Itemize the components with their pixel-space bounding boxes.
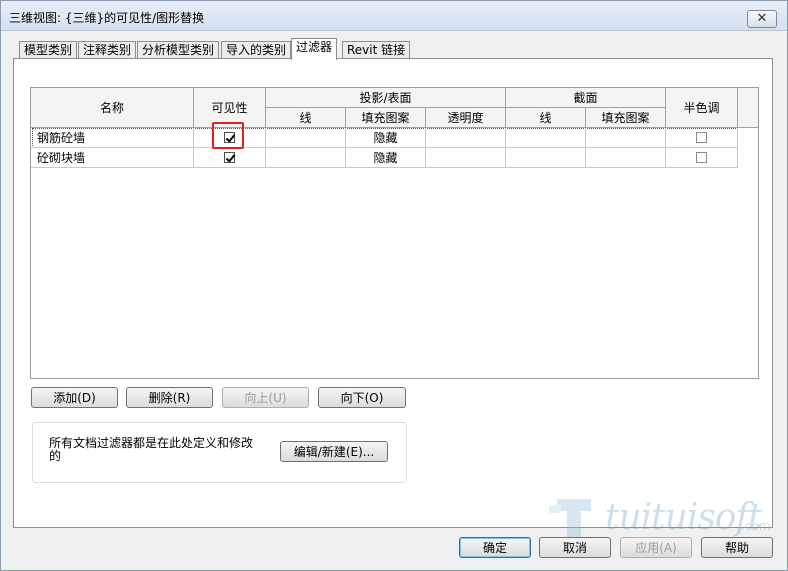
header-projection-surface: 投影/表面 [266,88,506,108]
ok-button[interactable]: 确定 [459,537,531,558]
close-icon: ✕ [756,11,768,26]
header-cut: 截面 [506,88,666,108]
projection-fill-cell[interactable]: 隐藏 [346,128,426,148]
transparency-cell[interactable] [426,128,506,148]
cut-fill-cell[interactable] [586,148,666,168]
projection-line-cell[interactable] [266,128,346,148]
move-up-button[interactable]: 向上(U) [222,387,309,408]
close-button[interactable]: ✕ [747,10,777,28]
filter-grid: 名称 可见性 投影/表面 线 填充图案 透明度 截面 线 填充图案 半色调 钢筋… [30,87,759,379]
move-down-button[interactable]: 向下(O) [318,387,406,408]
halftone-cell [666,128,738,148]
cancel-button[interactable]: 取消 [539,537,611,558]
header-projection-fill-pattern: 填充图案 [346,108,426,128]
visibility-highlight-box [212,122,244,149]
header-filler [738,88,758,128]
cut-line-cell[interactable] [506,128,586,148]
header-cut-line: 线 [506,108,586,128]
edit-new-button[interactable]: 编辑/新建(E)... [280,441,388,462]
halftone-checkbox[interactable] [696,152,707,163]
dialog-window: 三维视图: {三维}的可见性/图形替换 ✕ 模型类别 注释类别 分析模型类别 导… [0,0,788,571]
help-button[interactable]: 帮助 [701,537,773,558]
visibility-cell [194,148,266,168]
row-name-cell[interactable]: 砼砌块墙 [31,148,194,168]
halftone-cell [666,148,738,168]
header-halftone: 半色调 [666,88,738,128]
window-title: 三维视图: {三维}的可见性/图形替换 [9,11,205,25]
header-projection-line: 线 [266,108,346,128]
projection-fill-cell[interactable]: 隐藏 [346,148,426,168]
row-name-cell[interactable]: 钢筋砼墙 [31,128,194,148]
visibility-checkbox[interactable] [224,152,235,163]
add-button[interactable]: 添加(D) [31,387,118,408]
cut-line-cell[interactable] [506,148,586,168]
projection-line-cell[interactable] [266,148,346,168]
title-bar: 三维视图: {三维}的可见性/图形替换 ✕ [1,1,787,31]
cut-fill-cell[interactable] [586,128,666,148]
delete-button[interactable]: 删除(R) [126,387,213,408]
apply-button[interactable]: 应用(A) [620,537,692,558]
watermark-text: tuituisoft [605,497,762,538]
header-transparency: 透明度 [426,108,506,128]
filters-description: 所有文档过滤器都是在此处定义和修改的 [49,436,254,463]
header-cut-fill-pattern: 填充图案 [586,108,666,128]
halftone-checkbox[interactable] [696,132,707,143]
tab-filters[interactable]: 过滤器 [291,38,338,60]
header-name: 名称 [31,88,194,128]
transparency-cell[interactable] [426,148,506,168]
watermark-suffix: .com [741,519,771,533]
